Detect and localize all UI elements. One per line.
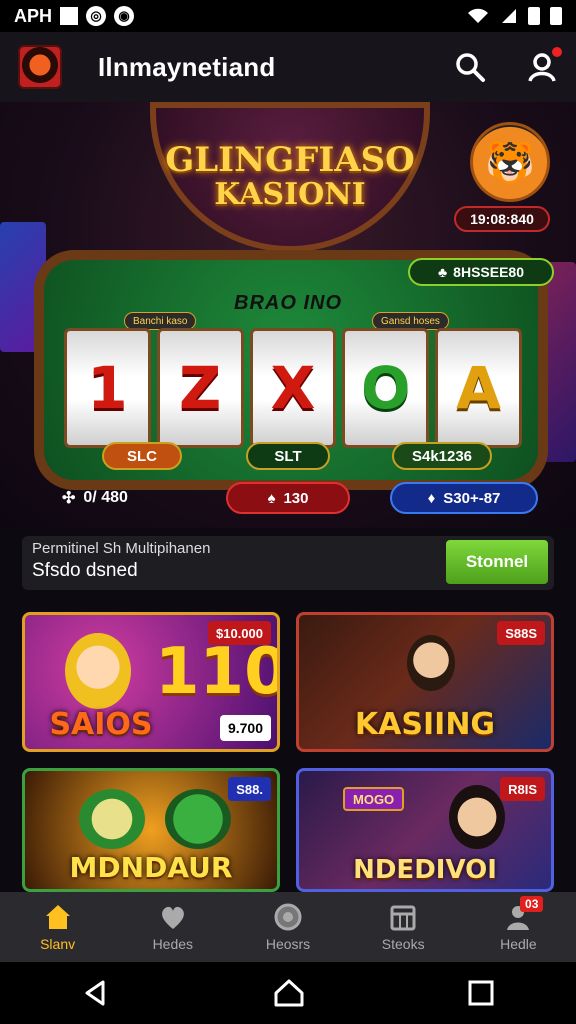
game-card-1-amount: 110 bbox=[155, 635, 280, 709]
carrier-label: APH bbox=[14, 5, 53, 26]
game-card-3-title: MDNDAUR bbox=[69, 851, 233, 884]
back-icon[interactable] bbox=[81, 978, 111, 1008]
promo-subtitle: Permitinel Sh Multipihanen bbox=[32, 540, 211, 557]
wifi-icon bbox=[468, 8, 488, 23]
game-card-1-prize: 9.700 bbox=[219, 715, 271, 741]
monster-avatar-2 bbox=[165, 789, 231, 849]
balance-chip-value: 8HSSEE80 bbox=[453, 264, 524, 280]
reel-4: O bbox=[342, 328, 430, 448]
promo-title: Sfsdo dsned bbox=[32, 560, 138, 581]
blue-stat-pill[interactable]: ♦ S30+-87 bbox=[390, 482, 538, 514]
profile-icon: 03 bbox=[503, 896, 544, 932]
game-card-2-title: KASIING bbox=[354, 707, 496, 742]
game-card-2-tag: S88S bbox=[497, 621, 545, 645]
jackpot-timer: 19:08:840 bbox=[454, 206, 550, 232]
dealer-avatar bbox=[407, 635, 455, 691]
promo-bar: Permitinel Sh Multipihanen Sfsdo dsned S… bbox=[22, 536, 554, 590]
casino-sign: GLINGFIASO KASIONI bbox=[150, 102, 430, 252]
search-icon[interactable] bbox=[454, 51, 486, 83]
home-icon bbox=[43, 902, 73, 932]
status-bar: APH ◎ ◉ bbox=[0, 0, 576, 32]
reel-5: A bbox=[435, 328, 522, 448]
nav-item-favorites[interactable]: Hedes bbox=[115, 892, 230, 962]
app-logo[interactable] bbox=[18, 45, 62, 89]
players-stat: ✣ 0/ 480 bbox=[62, 488, 128, 508]
game-card-3[interactable]: MDNDAUR S88. bbox=[22, 768, 280, 892]
game-card-3-tag: S88. bbox=[228, 777, 271, 801]
media-icon: ◉ bbox=[114, 6, 135, 26]
players-stat-value: 0/ 480 bbox=[83, 489, 128, 506]
battery-icon bbox=[550, 7, 562, 25]
balance-chip[interactable]: ♣ 8HSSEE80 bbox=[408, 258, 554, 286]
recents-icon[interactable] bbox=[467, 979, 495, 1007]
blue-stat-value: S30+-87 bbox=[443, 489, 501, 507]
reel-3: X bbox=[249, 328, 337, 448]
host-avatar bbox=[449, 785, 505, 849]
game-card-2[interactable]: KASIING S88S bbox=[296, 612, 554, 752]
sign-title-line1: GLINGFIASO bbox=[165, 140, 415, 181]
nav-label-favorites: Hedes bbox=[152, 936, 194, 952]
nav-label-stats: Steoks bbox=[381, 936, 425, 952]
monster-avatar bbox=[79, 789, 145, 849]
red-stat-value: 130 bbox=[283, 489, 309, 507]
profile-badge: 03 bbox=[520, 896, 544, 912]
nav-label-profile: Hedle bbox=[500, 936, 537, 952]
system-nav-bar bbox=[0, 962, 576, 1024]
sync-icon: ◎ bbox=[86, 6, 107, 26]
coin-icon: ♣ bbox=[437, 264, 448, 280]
slot-reels: 1 Z X O A bbox=[64, 328, 522, 448]
hero-banner[interactable]: GLINGFIASO KASIONI 🐯 19:08:840 ♣ 8HSSEE8… bbox=[0, 102, 576, 528]
reel-1: 1 bbox=[64, 328, 151, 448]
nav-item-profile[interactable]: 03 Hedle bbox=[461, 892, 576, 962]
profile-button[interactable] bbox=[526, 47, 562, 83]
tiger-mascot-icon: 🐯 bbox=[470, 122, 550, 202]
red-stat-pill[interactable]: ♠ 130 bbox=[226, 482, 350, 514]
app-bar: Ilnmaynetiand bbox=[0, 32, 576, 102]
game-card-4[interactable]: MOGO NDEDIVOI R8IS bbox=[296, 768, 554, 892]
slot-bet-left-button[interactable]: SLC bbox=[102, 442, 182, 470]
bottom-nav: Slanv Hedes Heosrs Steoks 03 Hedle bbox=[0, 892, 576, 962]
nav-item-games[interactable]: Heosrs bbox=[230, 892, 345, 962]
gallery-icon bbox=[60, 7, 79, 25]
slot-spin-button[interactable]: SLT bbox=[246, 442, 330, 470]
promo-button[interactable]: Stonnel bbox=[446, 540, 548, 584]
character-avatar bbox=[65, 633, 131, 709]
signal-icon bbox=[502, 9, 516, 23]
notification-dot bbox=[552, 47, 562, 57]
heart-icon bbox=[158, 902, 188, 932]
puzzle-icon: ✣ bbox=[62, 490, 76, 507]
app-title: Ilnmaynetiand bbox=[98, 51, 276, 82]
dice-icon: ♦ bbox=[427, 489, 436, 507]
sign-title-line2: KASIONI bbox=[214, 177, 366, 213]
table-label: BRAO INO bbox=[234, 292, 342, 314]
cards-icon: ♠ bbox=[267, 489, 276, 507]
nav-label-games: Heosrs bbox=[265, 936, 311, 952]
game-card-4-tag: R8IS bbox=[500, 777, 545, 801]
game-card-4-logo: MOGO bbox=[343, 787, 405, 811]
calendar-icon bbox=[388, 902, 418, 932]
home-nav-icon[interactable] bbox=[272, 978, 306, 1008]
nav-item-stats[interactable]: Steoks bbox=[346, 892, 461, 962]
battery-saver-icon bbox=[528, 7, 540, 25]
game-card-1[interactable]: 110 SAIOS $10.000 9.700 bbox=[22, 612, 280, 752]
game-card-4-title: NDEDIVOI bbox=[353, 855, 497, 885]
hero-stats: ✣ 0/ 480 ♠ 130 ♦ S30+-87 bbox=[0, 482, 576, 518]
game-card-1-tag: $10.000 bbox=[208, 621, 271, 645]
chip-icon bbox=[273, 902, 303, 932]
nav-label-home: Slanv bbox=[40, 936, 76, 952]
nav-item-home[interactable]: Slanv bbox=[0, 892, 115, 962]
slot-bet-right-button[interactable]: S4k1236 bbox=[392, 442, 492, 470]
reel-2: Z bbox=[156, 328, 244, 448]
game-card-1-title: SAIOS bbox=[49, 707, 153, 742]
